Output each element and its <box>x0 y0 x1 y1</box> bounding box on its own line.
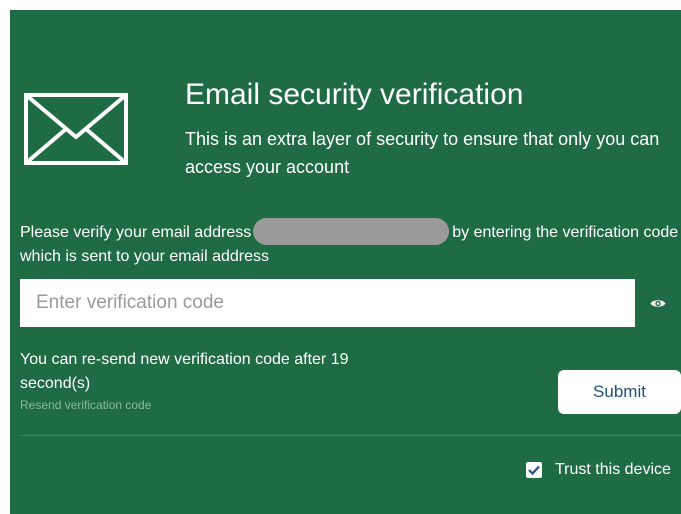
page-title: Email security verification <box>185 78 524 111</box>
divider <box>20 435 681 436</box>
verification-code-input[interactable] <box>20 279 635 327</box>
verify-instructions: Please verify your email address by enter… <box>20 218 681 269</box>
eye-icon <box>650 299 666 307</box>
checkmark-icon <box>528 465 540 475</box>
resend-code-link[interactable]: Resend verification code <box>20 397 151 413</box>
trust-device-label: Trust this device <box>555 461 671 478</box>
trust-device-checkbox[interactable] <box>526 462 542 478</box>
submit-button[interactable]: Submit <box>558 370 681 414</box>
verify-text-before: Please verify your email address <box>20 224 252 241</box>
verification-panel: Email security verification This is an e… <box>10 10 681 514</box>
page-subtitle: This is an extra layer of security to en… <box>185 129 660 177</box>
verification-code-field <box>20 279 635 327</box>
trust-device-option[interactable]: Trust this device <box>526 460 671 480</box>
show-code-toggle[interactable] <box>647 291 669 315</box>
redacted-email <box>253 218 450 245</box>
resend-countdown: You can re-send new verification code af… <box>20 351 349 392</box>
envelope-icon <box>24 93 128 165</box>
